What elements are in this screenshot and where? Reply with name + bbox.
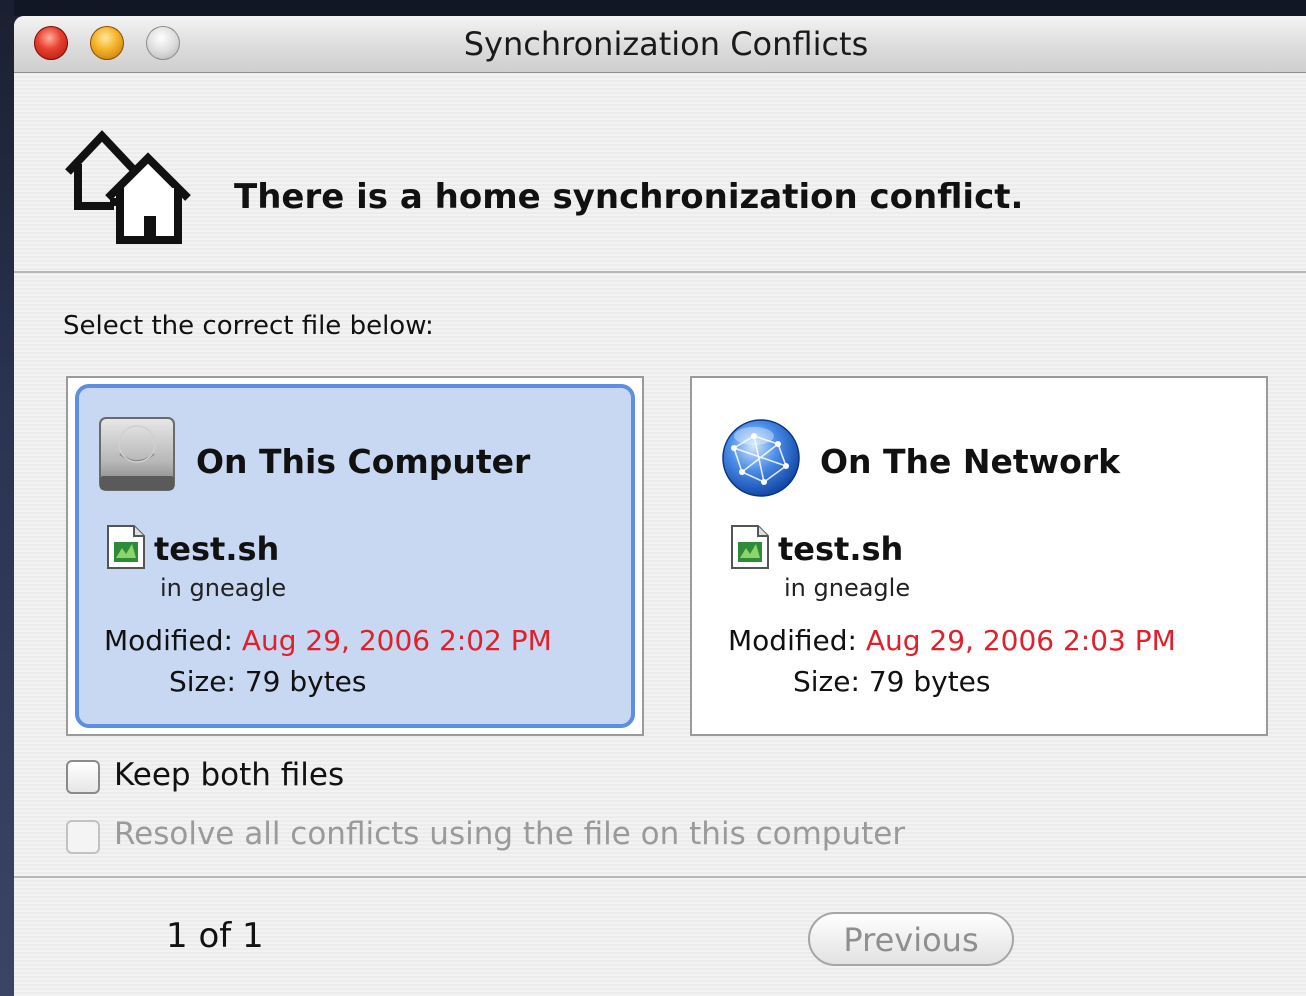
modified-date: Aug 29, 2006 2:03 PM [865, 624, 1176, 657]
file-location: in gneagle [784, 574, 911, 602]
modified-row: Modified: Aug 29, 2006 2:03 PM [728, 624, 1176, 657]
file-location: in gneagle [160, 574, 287, 602]
option-title: On This Computer [196, 442, 531, 481]
sync-conflicts-window: Synchronization Conflicts There is a hom… [14, 16, 1306, 996]
size-row: Size: 79 bytes [793, 665, 991, 698]
shell-script-file-icon [731, 525, 769, 569]
modified-label: Modified: [104, 624, 233, 657]
desktop-background-left [0, 0, 14, 996]
file-name: test.sh [154, 530, 280, 568]
modified-date: Aug 29, 2006 2:02 PM [241, 624, 552, 657]
option-this-computer[interactable]: On This Computer test.sh in gneagle Modi… [66, 376, 644, 736]
home-sync-icon [65, 130, 191, 244]
title-bar[interactable]: Synchronization Conflicts [14, 16, 1306, 73]
resolve-all-conflicts-label: Resolve all conflicts using the file on … [114, 816, 906, 852]
keep-both-files-checkbox[interactable] [66, 760, 100, 794]
size-value: 79 bytes [244, 665, 367, 698]
keep-both-files-label[interactable]: Keep both files [114, 757, 344, 793]
shell-script-file-icon [107, 525, 145, 569]
size-value: 79 bytes [868, 665, 991, 698]
window-title: Synchronization Conflicts [463, 25, 869, 63]
page-indicator: 1 of 1 [166, 916, 264, 956]
desktop-background-top [0, 0, 1306, 16]
instructions-label: Select the correct file below: [63, 311, 434, 341]
resolve-all-conflicts-checkbox [66, 820, 100, 854]
conflict-header: There is a home synchronization conflict… [14, 72, 1306, 273]
modified-row: Modified: Aug 29, 2006 2:02 PM [104, 624, 552, 657]
conflict-message: There is a home synchronization conflict… [234, 177, 1024, 217]
option-title: On The Network [820, 442, 1121, 481]
network-globe-icon [722, 419, 800, 497]
size-label: Size: [793, 665, 860, 698]
option-the-network[interactable]: On The Network test.sh in gneagle Modifi… [690, 376, 1268, 736]
previous-button[interactable]: Previous [808, 912, 1014, 966]
hard-drive-icon [99, 417, 175, 491]
size-label: Size: [169, 665, 236, 698]
file-name: test.sh [778, 530, 904, 568]
modified-label: Modified: [728, 624, 857, 657]
size-row: Size: 79 bytes [169, 665, 367, 698]
footer-separator [14, 876, 1306, 878]
